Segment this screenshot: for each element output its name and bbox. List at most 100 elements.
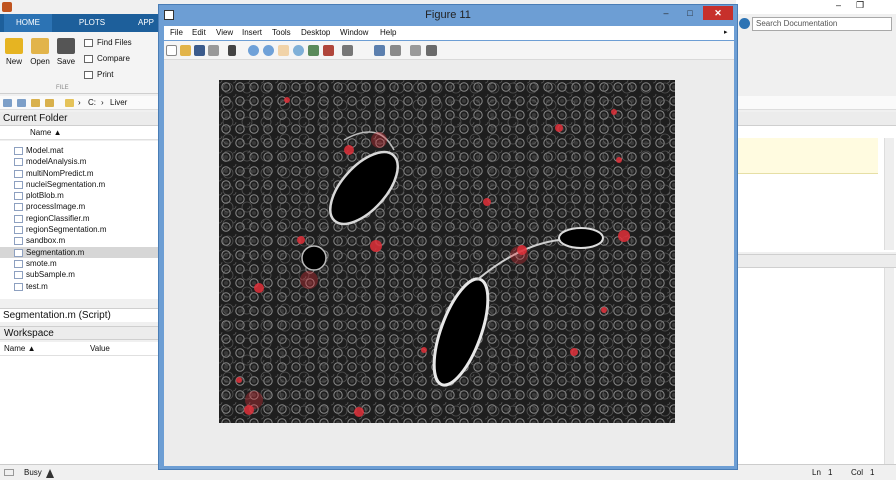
ws-value-column[interactable]: Value (90, 342, 110, 356)
show-plot-tools-icon[interactable] (426, 45, 437, 56)
name-column-header[interactable]: Name ▲ (0, 126, 160, 140)
legend-icon[interactable] (390, 45, 401, 56)
script-file-icon (14, 226, 23, 235)
address-bar: › C: › Liver (0, 96, 160, 110)
menu-view[interactable]: View (216, 26, 233, 40)
figure-maximize-button[interactable]: □ (680, 6, 700, 20)
new-button[interactable]: New (2, 38, 26, 66)
search-input[interactable]: Search Documentation (752, 17, 892, 31)
command-window-header (738, 254, 896, 268)
browse-folder-icon[interactable] (45, 99, 54, 107)
figure-menubar: File Edit View Insert Tools Desktop Wind… (164, 26, 734, 40)
zoom-out-icon[interactable] (263, 45, 274, 56)
list-item[interactable]: regionSegmentation.m (0, 224, 158, 235)
menu-window[interactable]: Window (340, 26, 368, 40)
save-figure-icon[interactable] (194, 45, 205, 56)
menubar-dock-arrow-icon[interactable]: ▸ (724, 26, 728, 40)
colorbar-icon[interactable] (374, 45, 385, 56)
menu-edit[interactable]: Edit (192, 26, 206, 40)
up-folder-icon[interactable] (31, 99, 40, 107)
print-button[interactable]: Print (84, 69, 113, 81)
path-sep: › (78, 98, 81, 107)
list-item[interactable]: Model.mat (0, 145, 158, 156)
liver-microscopy-image[interactable] (219, 80, 675, 423)
back-arrow-icon[interactable] (3, 99, 12, 107)
rotate-3d-icon[interactable] (293, 45, 304, 56)
list-item[interactable]: modelAnalysis.m (0, 156, 158, 167)
path-drive[interactable]: C: (88, 98, 96, 107)
list-item[interactable]: nucleiSegmentation.m (0, 179, 158, 190)
main-minimize-button[interactable]: – (836, 0, 841, 10)
menu-help[interactable]: Help (380, 26, 396, 40)
new-plus-icon (5, 38, 23, 54)
script-file-icon (14, 282, 23, 291)
pan-hand-icon[interactable] (278, 45, 289, 56)
list-item[interactable]: smote.m (0, 258, 158, 269)
file-name: Model.mat (26, 146, 64, 155)
file-name: sandbox.m (26, 236, 66, 246)
column-label: Col (851, 468, 864, 477)
compare-label: Compare (97, 54, 130, 63)
workspace-table[interactable] (0, 356, 160, 464)
hide-plot-tools-icon[interactable] (410, 45, 421, 56)
compare-button[interactable]: Compare (84, 53, 130, 65)
scrollbar[interactable] (884, 268, 894, 464)
folder-path-icon (65, 99, 74, 107)
open-file-icon[interactable] (180, 45, 191, 56)
main-title-area: – ❐ (736, 0, 896, 14)
main-maximize-button[interactable]: ❐ (856, 0, 864, 11)
figure-canvas (164, 60, 734, 466)
list-item-selected[interactable]: Segmentation.m (0, 246, 158, 258)
new-figure-icon[interactable] (166, 45, 177, 56)
tab-home[interactable]: HOME (4, 14, 52, 32)
print-figure-icon[interactable] (208, 45, 219, 56)
notification-bar (738, 138, 878, 174)
command-window[interactable] (738, 268, 896, 464)
menu-file[interactable]: File (170, 26, 183, 40)
file-section-label: FILE (56, 85, 69, 91)
script-file-icon (14, 180, 23, 189)
figure-minimize-button[interactable]: – (656, 6, 676, 20)
tab-apps[interactable]: APP (132, 14, 160, 32)
menu-tools[interactable]: Tools (272, 26, 291, 40)
link-plot-icon[interactable] (342, 45, 353, 56)
help-icon[interactable] (739, 18, 750, 29)
data-cursor-icon[interactable] (308, 45, 319, 56)
list-item[interactable]: subSample.m (0, 269, 158, 280)
file-list: Model.mat modelAnalysis.m multiNomPredic… (0, 141, 158, 299)
list-item[interactable]: regionClassifier.m (0, 213, 158, 224)
compare-icon (84, 55, 93, 63)
menu-desktop[interactable]: Desktop (301, 26, 330, 40)
scrollbar[interactable] (884, 138, 894, 250)
list-item[interactable]: plotBlob.m (0, 190, 158, 201)
list-item[interactable]: multiNomPredict.m (0, 168, 158, 179)
figure-window[interactable]: Figure 11 – □ ✕ File Edit View Insert To… (158, 4, 738, 470)
path-folder[interactable]: Liver (110, 98, 127, 107)
folder-icon (31, 38, 49, 54)
open-button[interactable]: Open (28, 38, 52, 66)
script-file-icon (14, 237, 23, 246)
save-button[interactable]: Save (54, 38, 78, 66)
list-item[interactable]: processImage.m (0, 201, 158, 212)
figure-toolbar (164, 41, 734, 60)
busy-indicator-icon (4, 469, 14, 476)
forward-arrow-icon[interactable] (17, 99, 26, 107)
script-file-icon (14, 214, 23, 223)
brush-icon[interactable] (323, 45, 334, 56)
list-item[interactable]: test.m (0, 281, 158, 292)
file-name: plotBlob.m (26, 191, 64, 201)
mouse-cursor-icon (46, 469, 54, 478)
zoom-in-icon[interactable] (248, 45, 259, 56)
ws-name-column[interactable]: Name ▲ (4, 342, 35, 356)
list-item[interactable]: sandbox.m (0, 235, 158, 246)
print-label: Print (97, 70, 114, 79)
edit-plot-arrow-icon[interactable] (228, 45, 236, 56)
script-file-icon (14, 248, 23, 257)
script-file-icon (14, 192, 23, 201)
figure-close-button[interactable]: ✕ (703, 6, 733, 20)
find-files-label: Find Files (97, 38, 132, 47)
tab-plots[interactable]: PLOTS (64, 14, 120, 32)
menu-insert[interactable]: Insert (242, 26, 262, 40)
script-file-icon (14, 271, 23, 280)
find-files-button[interactable]: Find Files (84, 37, 132, 49)
